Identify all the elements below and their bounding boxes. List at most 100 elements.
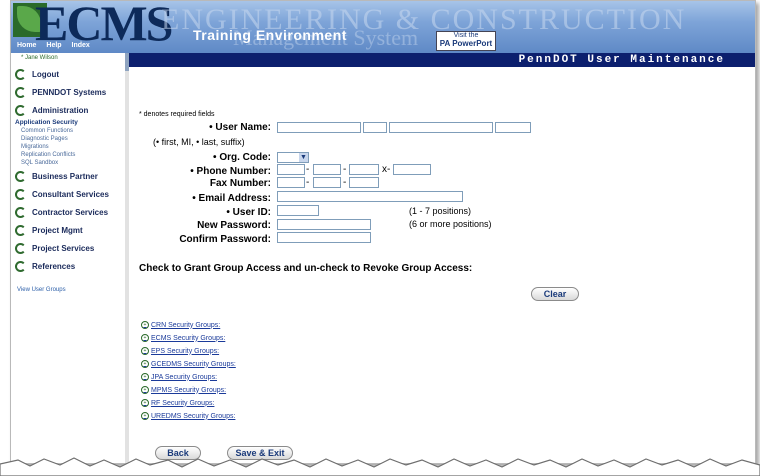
sidebar-item-label: References	[32, 261, 76, 271]
fax-dash: -	[306, 177, 310, 188]
group-link-mpms[interactable]: + MPMS Security Groups:	[141, 386, 226, 394]
sidebar-link-sql-sandbox[interactable]: SQL Sandbox	[21, 159, 125, 167]
fax-area-input[interactable]	[277, 177, 305, 188]
expand-icon: +	[141, 360, 149, 368]
main-content: * denotes required fields • User Name: (…	[133, 67, 753, 463]
fax-line-input[interactable]	[349, 177, 379, 188]
nav-circle-icon	[15, 224, 26, 236]
sidebar-item-administration[interactable]: Administration	[15, 101, 125, 119]
user-id-hint: (1 - 7 positions)	[409, 206, 472, 216]
sidebar-link-common-functions[interactable]: Common Functions	[21, 127, 125, 135]
nav-home-link[interactable]: Home	[17, 42, 36, 49]
new-password-input[interactable]	[277, 219, 371, 230]
expand-icon: +	[141, 399, 149, 407]
user-id-label: • User ID:	[226, 207, 271, 218]
new-password-hint: (6 or more positions)	[409, 219, 492, 229]
nav-circle-icon	[15, 242, 26, 254]
nav-circle-icon	[15, 206, 26, 218]
group-link-label: MPMS Security Groups:	[151, 386, 227, 394]
last-name-input[interactable]	[389, 122, 493, 133]
email-address-input[interactable]	[277, 191, 463, 202]
middle-initial-input[interactable]	[363, 122, 387, 133]
expand-icon: +	[141, 321, 149, 329]
sidebar-item-penndot-systems[interactable]: PENNDOT Systems	[15, 83, 125, 101]
group-link-label: RF Security Groups:	[151, 399, 215, 407]
group-link-gcedms[interactable]: + GCEDMS Security Groups:	[141, 360, 236, 368]
suffix-input[interactable]	[495, 122, 531, 133]
top-navigation: Home Help Index	[17, 42, 98, 49]
fax-prefix-input[interactable]	[313, 177, 341, 188]
org-code-select[interactable]: ▼	[277, 152, 309, 163]
sidebar-link-replication-conflicts[interactable]: Replication Conflicts	[21, 151, 125, 159]
sidebar-item-project-services[interactable]: Project Services	[15, 239, 125, 257]
sidebar-item-references[interactable]: References	[15, 257, 125, 275]
sidebar-item-label: Administration	[32, 105, 89, 115]
phone-line-input[interactable]	[349, 164, 379, 175]
nav-circle-icon	[15, 260, 26, 272]
email-address-label: • Email Address:	[192, 193, 271, 204]
user-id-input[interactable]	[277, 205, 319, 216]
view-user-groups-link[interactable]: View User Groups	[17, 287, 125, 293]
sidebar-item-label: Logout	[32, 69, 60, 79]
group-link-label: GCEDMS Security Groups:	[151, 360, 236, 368]
fax-dash: -	[343, 177, 347, 188]
sidebar-item-application-security[interactable]: Application Security	[15, 119, 125, 127]
group-link-label: UREDMS Security Groups:	[151, 412, 236, 420]
fax-number-label: Fax Number:	[209, 178, 271, 189]
nav-help-link[interactable]: Help	[46, 42, 61, 49]
nav-circle-icon	[15, 188, 26, 200]
sidebar-item-label: Business Partner	[32, 171, 98, 181]
expand-icon: +	[141, 412, 149, 420]
group-link-label: JPA Security Groups:	[151, 373, 218, 381]
phone-dash: -	[343, 164, 347, 175]
chevron-down-icon: ▼	[299, 153, 308, 162]
application-window: ECMS ENGINEERING & CONSTRUCTION Manageme…	[10, 0, 756, 464]
group-link-ecms[interactable]: + ECMS Security Groups:	[141, 334, 225, 342]
nav-index-link[interactable]: Index	[72, 42, 90, 49]
group-link-rf[interactable]: + RF Security Groups:	[141, 399, 214, 407]
clear-button[interactable]: Clear	[531, 287, 579, 301]
sidebar-item-contractor-services[interactable]: Contractor Services	[15, 203, 125, 221]
expand-icon: +	[141, 347, 149, 355]
sidebar-item-logout[interactable]: Logout	[15, 65, 125, 83]
new-password-label: New Password:	[197, 220, 271, 231]
group-link-eps[interactable]: + EPS Security Groups:	[141, 347, 219, 355]
phone-extension-input[interactable]	[393, 164, 431, 175]
header-banner: ECMS ENGINEERING & CONSTRUCTION Manageme…	[11, 1, 755, 53]
expand-icon: +	[141, 386, 149, 394]
org-code-label: • Org. Code:	[213, 152, 271, 163]
nav-circle-icon	[15, 68, 26, 80]
name-format-hint: (• first, MI, • last, suffix)	[153, 137, 245, 147]
phone-prefix-input[interactable]	[313, 164, 341, 175]
first-name-input[interactable]	[277, 122, 361, 133]
confirm-password-input[interactable]	[277, 232, 371, 243]
sidebar-item-label: Project Services	[32, 243, 95, 253]
nav-circle-icon	[15, 170, 26, 182]
sidebar-item-label: Contractor Services	[32, 207, 109, 217]
sidebar-item-business-partner[interactable]: Business Partner	[15, 167, 125, 185]
sidebar-link-diagnostic-pages[interactable]: Diagnostic Pages	[21, 135, 125, 143]
sidebar-item-label: Project Mgmt	[32, 225, 83, 235]
expand-icon: +	[141, 373, 149, 381]
scrollbar-grip[interactable]	[125, 53, 129, 71]
sidebar-item-label: PENNDOT Systems	[32, 87, 107, 97]
phone-number-label: • Phone Number:	[190, 166, 271, 177]
phone-area-input[interactable]	[277, 164, 305, 175]
sidebar-item-project-mgmt[interactable]: Project Mgmt	[15, 221, 125, 239]
group-link-jpa[interactable]: + JPA Security Groups:	[141, 373, 217, 381]
phone-ext-label: x-	[382, 164, 391, 175]
sidebar: * Jane Wilson Logout PENNDOT Systems Adm…	[11, 53, 125, 463]
page-title-bar: PennDOT User Maintenance	[129, 53, 755, 67]
group-access-instructions: Check to Grant Group Access and un-check…	[139, 263, 473, 274]
confirm-password-label: Confirm Password:	[179, 234, 271, 245]
badge-brand-text: PA PowerPort	[439, 39, 493, 48]
sidebar-item-label: Consultant Services	[32, 189, 109, 199]
required-fields-note: * denotes required fields	[139, 111, 215, 118]
pa-powerport-badge[interactable]: Visit the PA PowerPort	[436, 31, 496, 51]
sidebar-scrollbar[interactable]	[125, 53, 129, 463]
sidebar-link-migrations[interactable]: Migrations	[21, 143, 125, 151]
group-link-uredms[interactable]: + UREDMS Security Groups:	[141, 412, 235, 420]
group-link-crn[interactable]: + CRN Security Groups:	[141, 321, 220, 329]
phone-dash: -	[306, 164, 310, 175]
sidebar-item-consultant-services[interactable]: Consultant Services	[15, 185, 125, 203]
